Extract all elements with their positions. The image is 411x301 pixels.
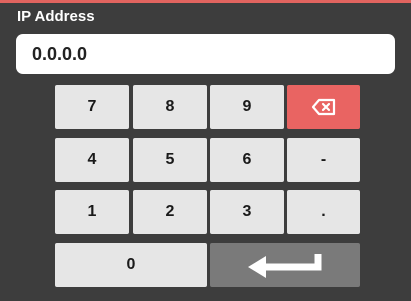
key-3[interactable]: 3 xyxy=(210,190,284,234)
key-dot[interactable]: . xyxy=(287,190,360,234)
key-9[interactable]: 9 xyxy=(210,85,284,129)
key-0[interactable]: 0 xyxy=(55,243,207,287)
key-2[interactable]: 2 xyxy=(133,190,207,234)
key-5[interactable]: 5 xyxy=(133,138,207,182)
key-6[interactable]: 6 xyxy=(210,138,284,182)
top-accent-bar xyxy=(0,0,411,3)
enter-key[interactable] xyxy=(210,243,360,287)
key-8[interactable]: 8 xyxy=(133,85,207,129)
ip-address-input[interactable]: 0.0.0.0 xyxy=(16,34,395,74)
backspace-icon xyxy=(311,98,335,116)
key-1[interactable]: 1 xyxy=(55,190,129,234)
key-4[interactable]: 4 xyxy=(55,138,129,182)
key-minus[interactable]: - xyxy=(287,138,360,182)
enter-return-icon xyxy=(248,254,322,278)
key-7[interactable]: 7 xyxy=(55,85,129,129)
ip-address-value: 0.0.0.0 xyxy=(32,43,88,64)
backspace-key[interactable] xyxy=(287,85,360,129)
dialog-title: IP Address xyxy=(17,8,95,25)
